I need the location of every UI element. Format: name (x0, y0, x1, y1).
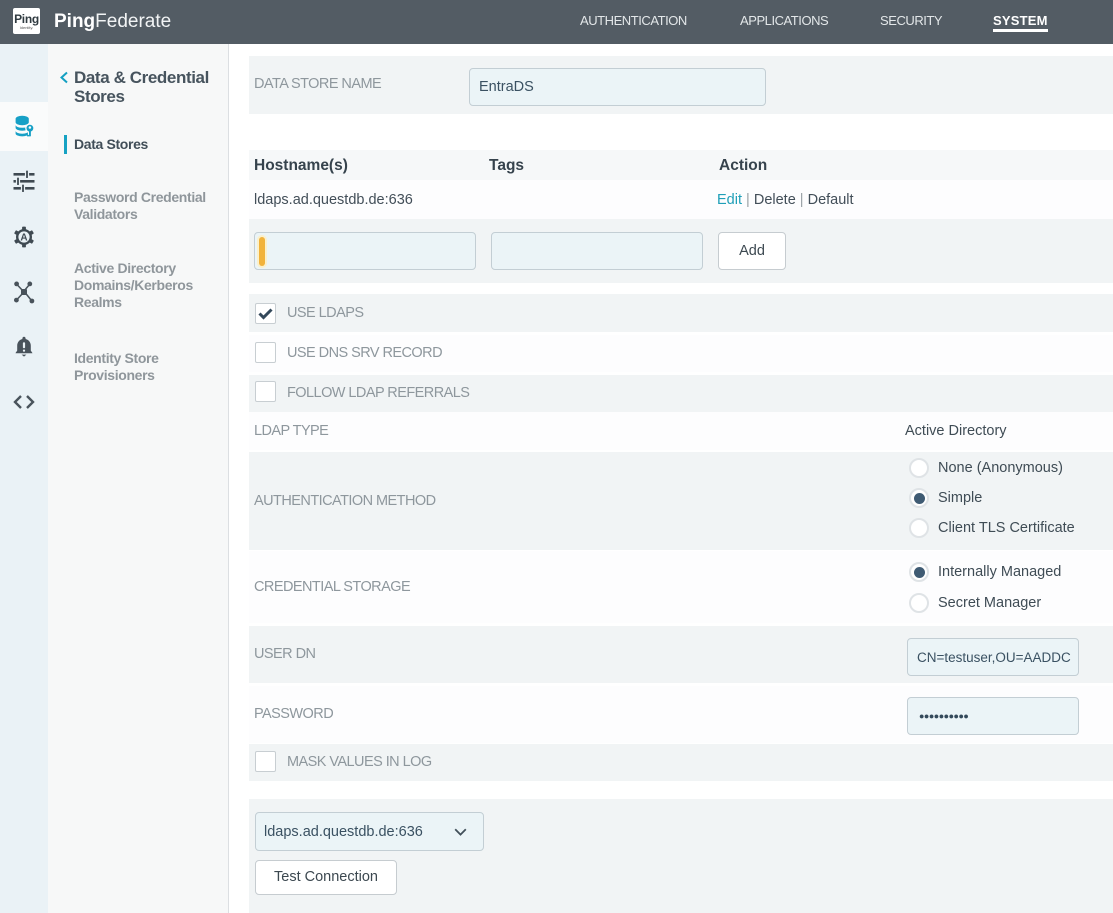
svg-text:A: A (20, 233, 27, 244)
